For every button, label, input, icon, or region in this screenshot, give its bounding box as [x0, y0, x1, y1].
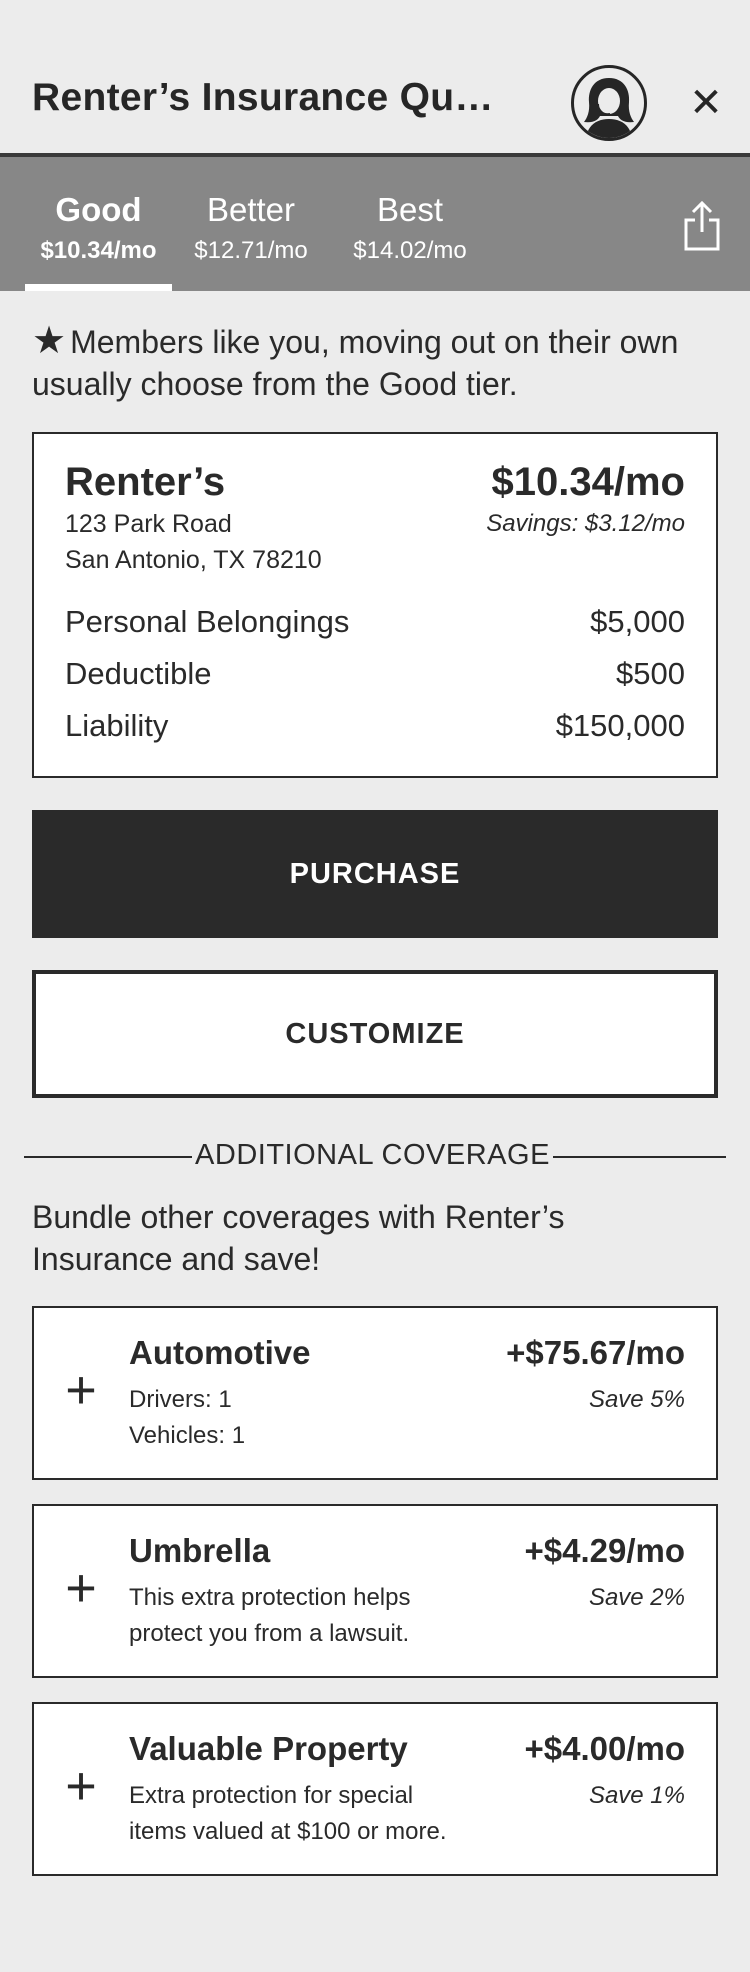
addon-name: Valuable Property	[129, 1730, 408, 1767]
addon-detail: Extra protection for special	[129, 1782, 414, 1809]
addon-name: Umbrella	[129, 1532, 271, 1569]
agent-avatar-icon[interactable]	[571, 65, 647, 141]
tier-recommendation: ★ Members like you, moving out on their o…	[32, 320, 732, 405]
page-title: Renter’s Insurance Qu…	[32, 76, 494, 119]
addon-detail: items valued at $100 or more.	[129, 1818, 447, 1845]
addon-valuable-property[interactable]: + Valuable Property +$4.00/mo Extra prot…	[32, 1702, 718, 1876]
savings-text: Savings: $3.12/mo	[486, 510, 685, 537]
tab-price: $10.34/mo	[40, 237, 157, 264]
divider	[553, 1156, 726, 1158]
tier-tabs: Good $10.34/mo Better $12.71/mo Best $14…	[0, 157, 750, 291]
addon-price: +$4.29/mo	[524, 1532, 685, 1569]
addon-price: +$75.67/mo	[506, 1334, 685, 1371]
addon-umbrella[interactable]: + Umbrella +$4.29/mo This extra protecti…	[32, 1504, 718, 1678]
addon-detail: Drivers: 1	[129, 1386, 232, 1413]
policy-name: Renter’s	[65, 460, 226, 504]
address-line-2: San Antonio, TX 78210	[65, 546, 322, 574]
coverage-value: $5,000	[590, 604, 685, 639]
coverage-label: Liability	[65, 708, 169, 743]
app-header: Renter’s Insurance Qu… ✕	[0, 0, 750, 157]
tab-price: $14.02/mo	[353, 237, 467, 264]
tab-price: $12.71/mo	[194, 237, 308, 264]
star-icon: ★	[32, 320, 67, 362]
addon-detail: This extra protection helps	[129, 1584, 411, 1611]
addon-automotive[interactable]: + Automotive +$75.67/mo Drivers: 1 Vehic…	[32, 1306, 718, 1480]
addon-detail: protect you from a lawsuit.	[129, 1620, 410, 1647]
coverage-label: Personal Belongings	[65, 604, 350, 639]
addon-name: Automotive	[129, 1334, 311, 1371]
tab-better[interactable]: Better $12.71/mo	[190, 157, 312, 291]
addon-price: +$4.00/mo	[524, 1730, 685, 1767]
address-line-1: 123 Park Road	[65, 510, 232, 538]
purchase-button[interactable]: PURCHASE	[32, 810, 718, 938]
addon-detail: Vehicles: 1	[129, 1422, 246, 1449]
tab-good[interactable]: Good $10.34/mo	[25, 157, 172, 291]
tab-label: Good	[55, 191, 142, 228]
addon-savings: Save 2%	[588, 1584, 685, 1611]
coverage-value: $150,000	[555, 708, 685, 743]
policy-summary-card: Renter’s $10.34/mo 123 Park Road San Ant…	[32, 432, 718, 778]
addon-savings: Save 5%	[588, 1386, 685, 1413]
section-heading: ADDITIONAL COVERAGE	[195, 1139, 550, 1171]
addon-savings: Save 1%	[588, 1782, 685, 1809]
policy-price: $10.34/mo	[491, 460, 685, 504]
tab-label: Better	[206, 191, 296, 228]
coverage-label: Deductible	[65, 656, 212, 691]
plus-icon[interactable]: +	[61, 1363, 101, 1417]
tab-best[interactable]: Best $14.02/mo	[338, 157, 482, 291]
divider	[24, 1156, 192, 1158]
recommendation-text: Members like you, moving out on their ow…	[32, 324, 679, 402]
share-icon[interactable]	[682, 200, 722, 252]
plus-icon[interactable]: +	[61, 1561, 101, 1615]
coverage-value: $500	[616, 656, 685, 691]
plus-icon[interactable]: +	[61, 1759, 101, 1813]
customize-button[interactable]: CUSTOMIZE	[32, 970, 718, 1098]
close-button[interactable]: ✕	[686, 80, 726, 126]
bundle-intro: Bundle other coverages with Renter’s Ins…	[32, 1199, 565, 1277]
tab-label: Best	[376, 191, 444, 228]
